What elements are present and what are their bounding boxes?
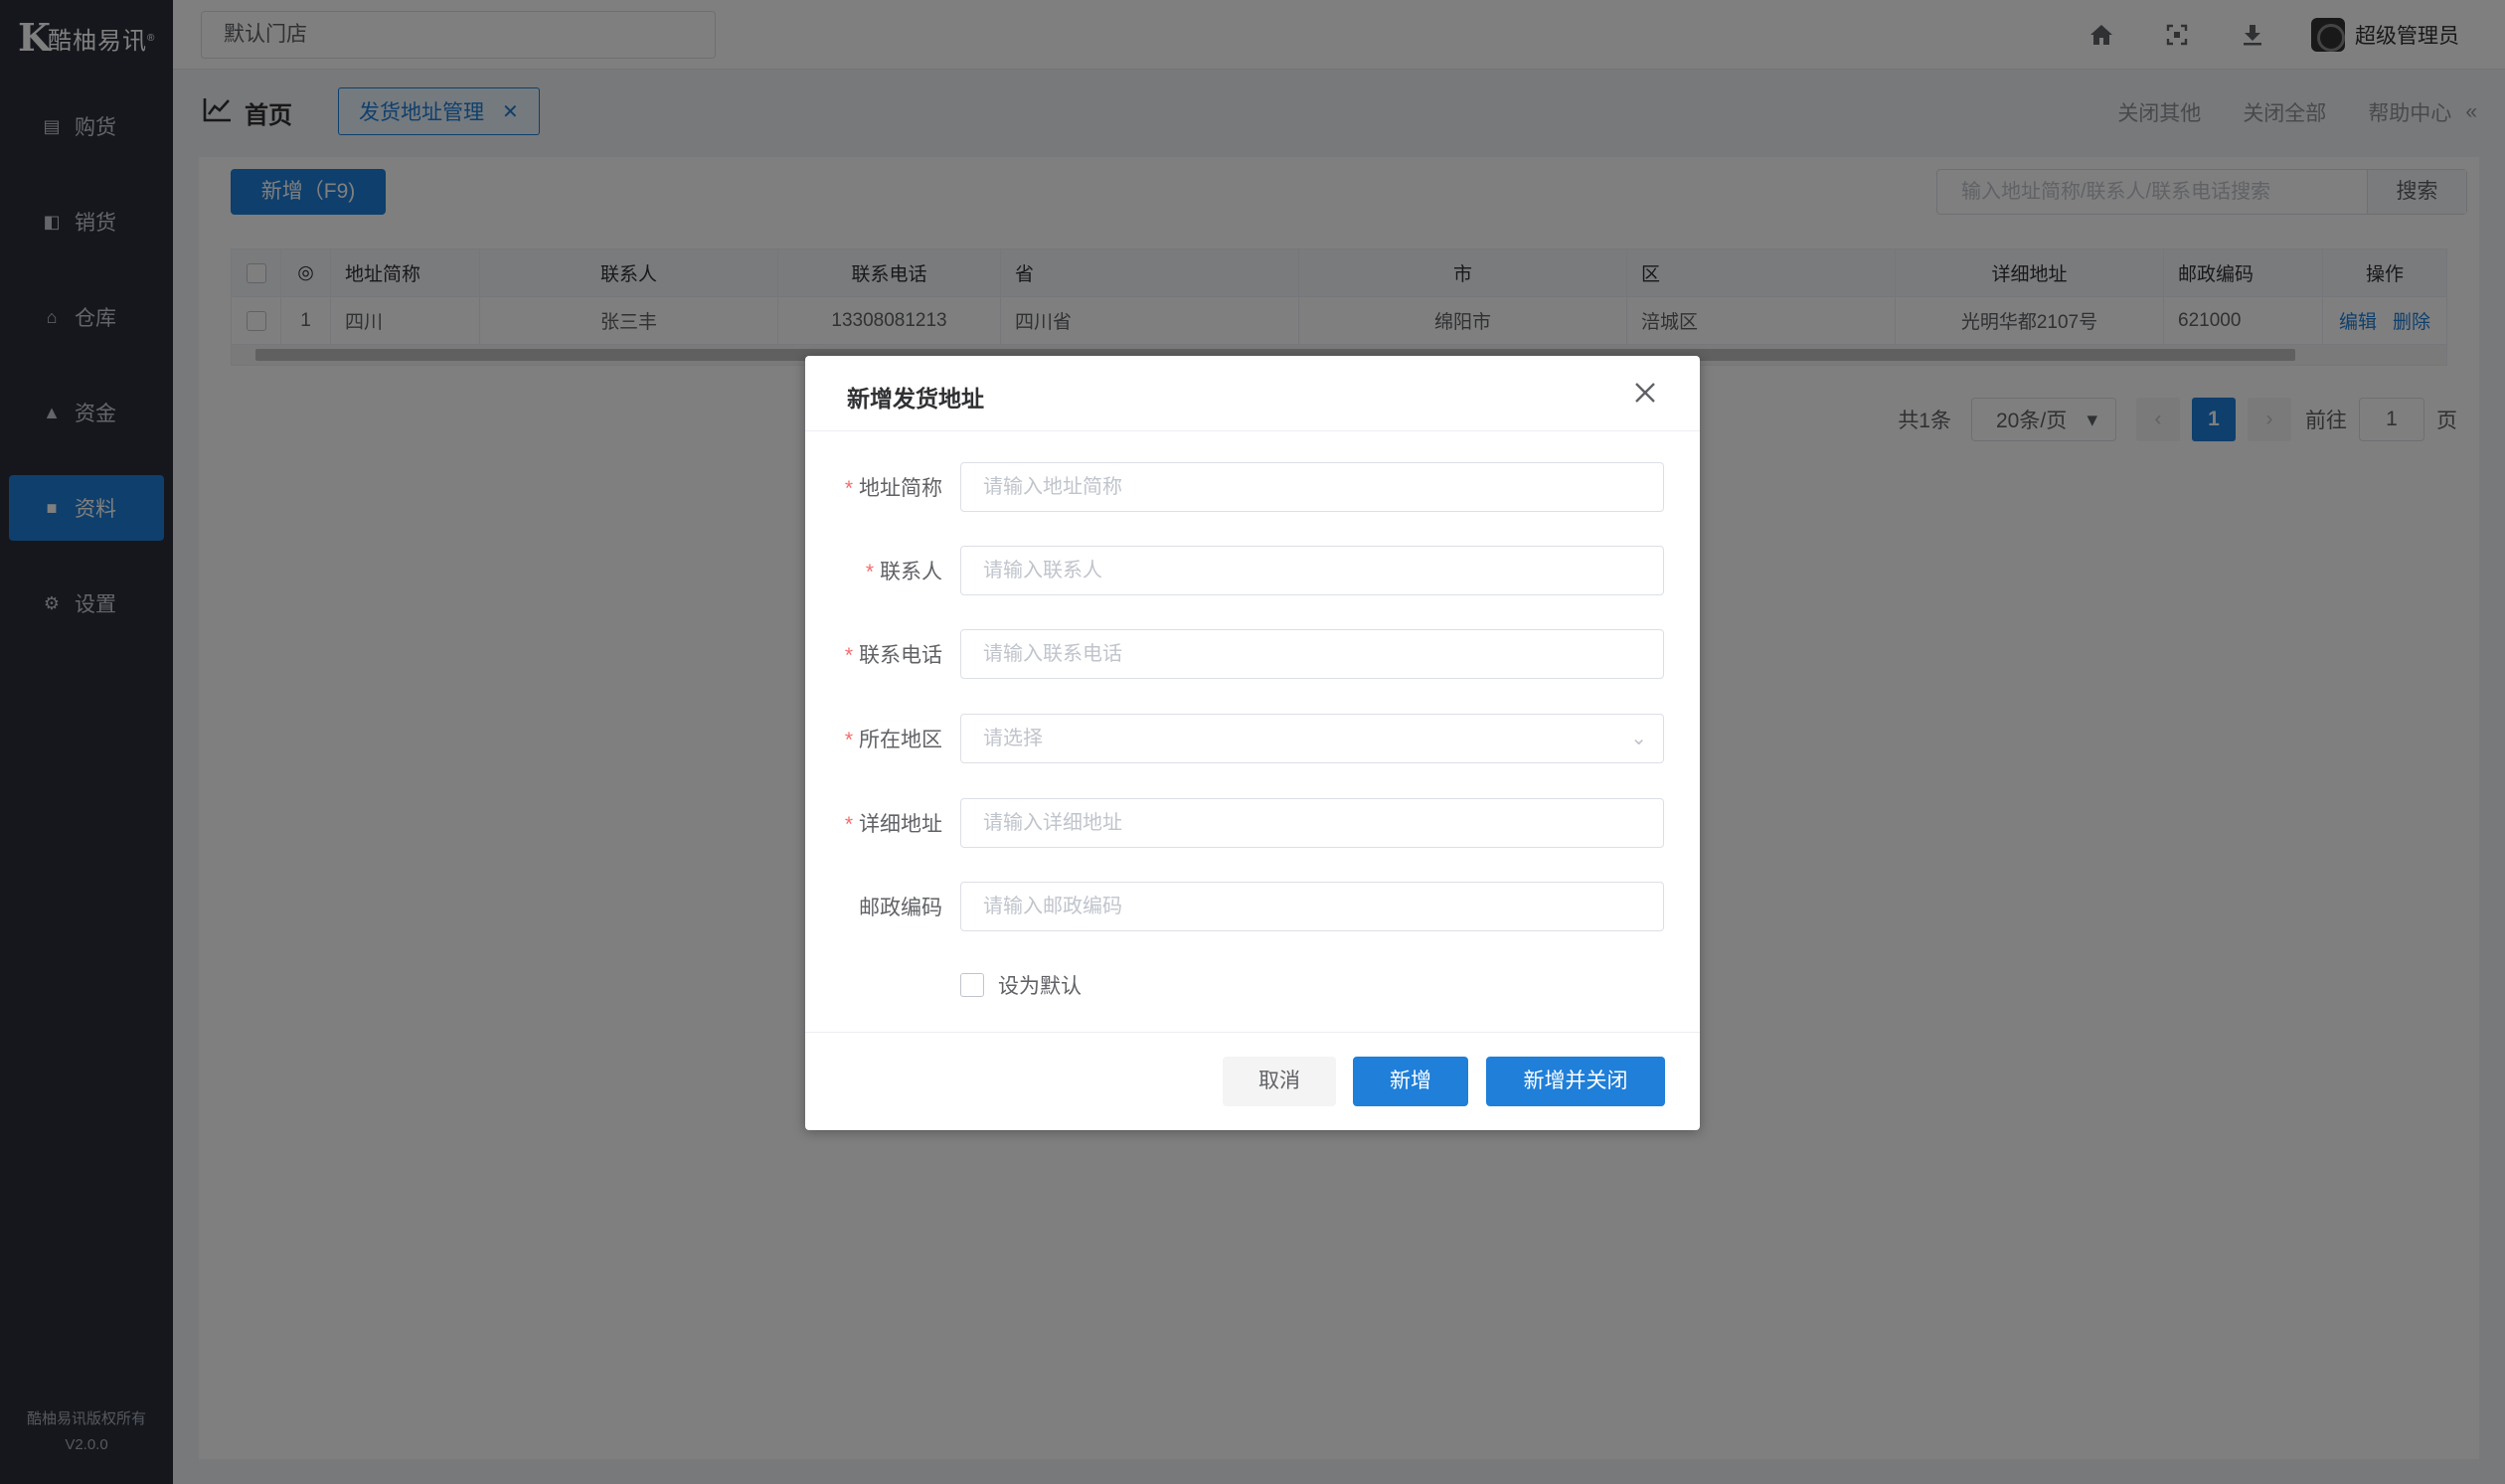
dialog-title: 新增发货地址	[847, 386, 984, 412]
field-label-text: 详细地址	[859, 813, 942, 836]
close-icon[interactable]	[1630, 378, 1660, 408]
field-label-text: 所在地区	[859, 729, 942, 751]
field-label: * 联系人	[805, 556, 942, 585]
chevron-down-icon: ⌄	[1630, 728, 1647, 749]
form-row-name: * 地址简称 请输入地址简称	[805, 462, 1700, 512]
field-label: * 详细地址	[805, 808, 942, 838]
default-checkbox-row[interactable]: 设为默认	[960, 970, 1082, 1000]
add-submit-button[interactable]: 新增	[1353, 1057, 1468, 1106]
field-label-text: 地址简称	[859, 477, 942, 500]
required-mark: *	[844, 813, 853, 836]
form-row-phone: * 联系电话 请输入联系电话	[805, 629, 1700, 679]
field-label-text: 联系电话	[859, 644, 942, 667]
add-address-dialog: 新增发货地址 * 地址简称 请输入地址简称 * 联系人 请输入联系人 * 联系电话 请…	[805, 356, 1700, 1130]
default-checkbox-label: 设为默认	[998, 975, 1082, 998]
add-and-close-button[interactable]: 新增并关闭	[1486, 1057, 1665, 1106]
phone-input[interactable]: 请输入联系电话	[960, 629, 1664, 679]
address-name-input[interactable]: 请输入地址简称	[960, 462, 1664, 512]
region-placeholder: 请选择	[983, 728, 1043, 749]
required-mark: *	[844, 477, 853, 500]
default-checkbox[interactable]	[960, 973, 984, 997]
cancel-button[interactable]: 取消	[1223, 1057, 1336, 1106]
form-row-address: * 详细地址 请输入详细地址	[805, 798, 1700, 848]
field-label: * 地址简称	[805, 472, 942, 502]
required-mark: *	[844, 644, 853, 667]
field-label: * 所在地区	[805, 724, 942, 753]
field-label: * 联系电话	[805, 639, 942, 669]
form-row-contact: * 联系人 请输入联系人	[805, 546, 1700, 595]
dialog-footer: 取消 新增 新增并关闭	[805, 1032, 1700, 1130]
contact-input[interactable]: 请输入联系人	[960, 546, 1664, 595]
required-mark: *	[844, 729, 853, 751]
zip-input[interactable]: 请输入邮政编码	[960, 882, 1664, 931]
detail-address-input[interactable]: 请输入详细地址	[960, 798, 1664, 848]
region-select[interactable]: 请选择 ⌄	[960, 714, 1664, 763]
form-row-zip: 邮政编码 请输入邮政编码	[805, 882, 1700, 931]
required-mark: *	[865, 561, 874, 583]
field-label: 邮政编码	[859, 897, 942, 919]
form-row-region: * 所在地区 请选择 ⌄	[805, 714, 1700, 763]
field-label-text: 联系人	[880, 561, 942, 583]
dialog-header: 新增发货地址	[805, 356, 1700, 431]
